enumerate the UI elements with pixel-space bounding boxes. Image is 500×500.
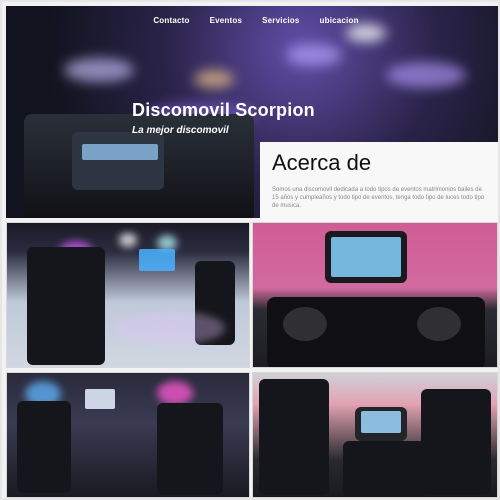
stage-light <box>119 233 137 247</box>
site-title: Discomovil Scorpion <box>132 100 315 120</box>
gallery-photo-4 <box>252 372 498 498</box>
page: Contacto Eventos Servicios ubicacion Dis… <box>0 0 500 500</box>
gallery-photo-1 <box>6 222 250 368</box>
ceiling-light <box>286 44 342 66</box>
about-heading: Acerca de <box>272 150 372 175</box>
jog-wheel <box>283 307 327 341</box>
speaker-tower <box>421 389 491 495</box>
floor-light <box>115 311 225 345</box>
ceiling-light <box>64 58 134 82</box>
equipment-stand <box>343 441 429 497</box>
speaker-tower <box>17 401 71 493</box>
jog-wheel <box>417 307 461 341</box>
speaker-tower <box>157 403 223 495</box>
gallery-photo-2 <box>252 222 498 368</box>
laptop-screen <box>361 411 401 433</box>
speaker-tower <box>27 247 105 365</box>
laptop-screen <box>331 237 401 277</box>
site-tagline: La mejor discomovil <box>132 125 229 136</box>
ceiling-light <box>386 62 466 88</box>
about-text: Somos una discomovil dedicada a todo tip… <box>272 187 485 209</box>
nav-contacto[interactable]: Contacto <box>153 16 189 34</box>
top-nav: Contacto Eventos Servicios ubicacion <box>6 16 498 34</box>
stage-light <box>157 381 193 405</box>
nav-servicios[interactable]: Servicios <box>262 16 299 34</box>
brand: Discomovil Scorpion La mejor discomovil <box>132 100 315 136</box>
dj-screen <box>72 132 164 190</box>
gallery-photo-3 <box>6 372 250 498</box>
dj-digits-display <box>82 144 158 160</box>
ceiling-light <box>194 70 234 88</box>
speaker-tower <box>259 379 329 495</box>
laptop-screen <box>85 389 115 409</box>
nav-ubicacion[interactable]: ubicacion <box>320 16 359 34</box>
laptop-screen <box>139 249 175 271</box>
nav-eventos[interactable]: Eventos <box>210 16 243 34</box>
about-section: Acerca de Somos una discomovil dedicada … <box>260 142 498 224</box>
